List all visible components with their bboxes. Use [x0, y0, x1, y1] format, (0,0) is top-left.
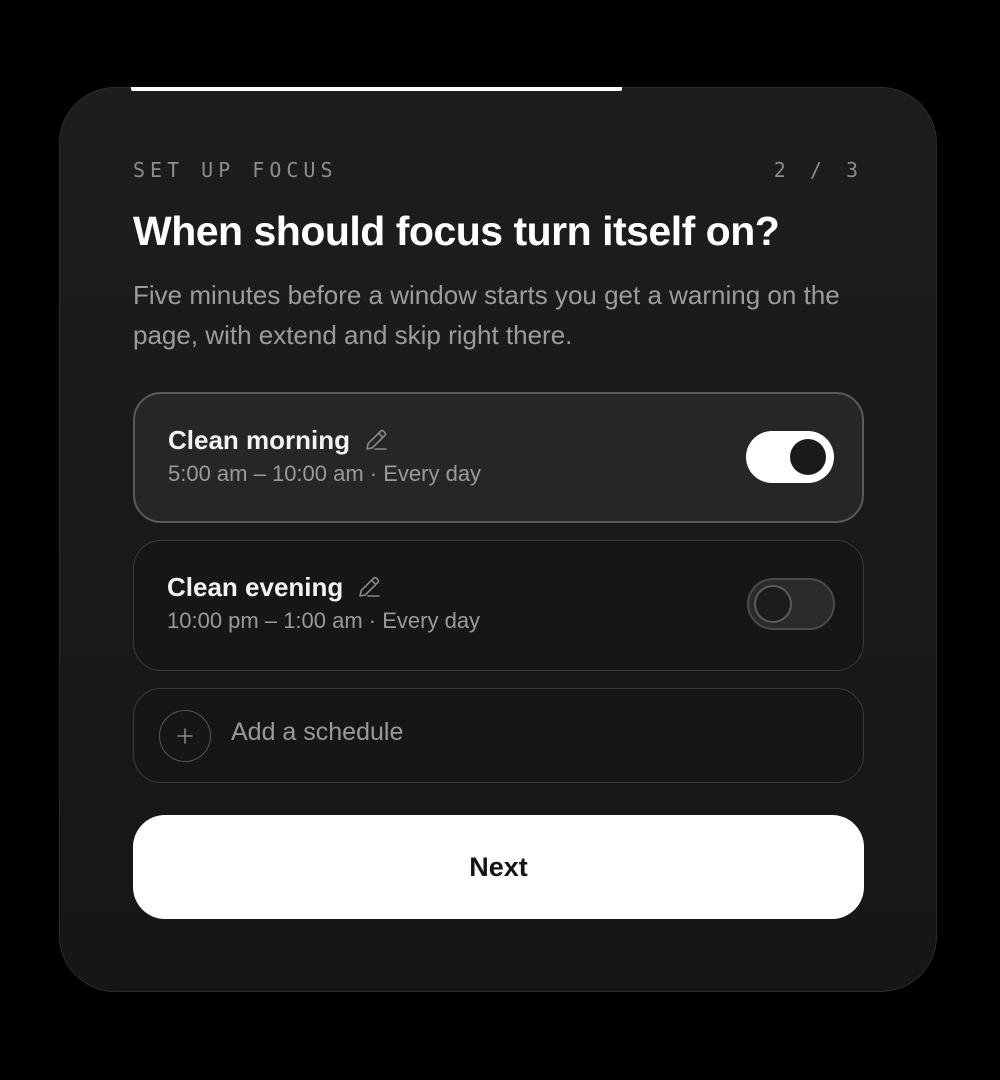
pencil-icon[interactable]: [362, 426, 390, 454]
page-title: When should focus turn itself on?: [133, 208, 780, 254]
plus-icon: [159, 710, 211, 762]
page-subtitle: Five minutes before a window starts you …: [133, 280, 840, 350]
progress-bar-fill: [131, 87, 622, 91]
schedule-name: Clean evening: [167, 571, 344, 602]
schedule-time: 5:00 am – 10:00 am · Every day: [168, 461, 482, 486]
next-button[interactable]: Next: [133, 815, 864, 919]
schedule-toggle-evening[interactable]: [747, 578, 835, 630]
toggle-knob: [790, 439, 826, 475]
step-counter: 2 / 3: [773, 158, 864, 182]
schedule-card-evening[interactable]: Clean evening 10:00 pm – 1:00 am · Every…: [133, 540, 864, 671]
schedule-name-row: Clean morning: [168, 422, 390, 458]
progress-bar: [131, 87, 867, 91]
schedule-toggle-morning[interactable]: [746, 431, 834, 483]
schedule-card-morning[interactable]: Clean morning 5:00 am – 10:00 am · Every…: [133, 392, 864, 523]
schedule-name: Clean morning: [168, 424, 351, 455]
add-schedule-label: Add a schedule: [231, 718, 404, 746]
section-eyebrow: SET UP FOCUS: [133, 158, 338, 182]
toggle-knob: [754, 585, 792, 623]
schedule-name-row: Clean evening: [167, 569, 383, 605]
schedule-time: 10:00 pm – 1:00 am · Every day: [167, 608, 481, 633]
add-schedule-button[interactable]: Add a schedule: [133, 688, 864, 783]
pencil-icon[interactable]: [355, 573, 383, 601]
onboarding-card: SET UP FOCUS 2 / 3 When should focus tur…: [59, 87, 937, 992]
